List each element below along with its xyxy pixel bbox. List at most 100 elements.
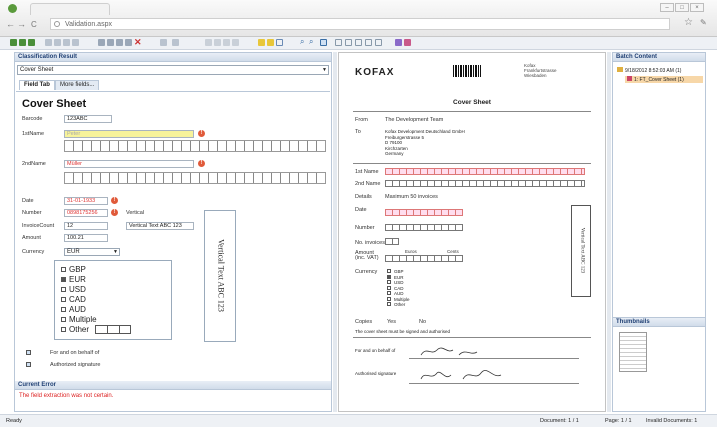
nav-icon[interactable]: [72, 39, 79, 46]
behalf-checkbox[interactable]: [26, 350, 31, 355]
currency-option: USD: [61, 285, 171, 295]
doc-from-label: From: [355, 117, 368, 123]
secondname-label: 2ndName: [22, 161, 46, 167]
document-viewer: KOFAX Kofax Frankfurtstrasse Wiesbaden Cov…: [338, 52, 606, 412]
batch-icon[interactable]: [28, 39, 35, 46]
warning-icon: !: [198, 160, 205, 167]
doc-amount-label: Amount (inc. VAT): [355, 250, 379, 261]
splitter-left[interactable]: [333, 52, 337, 412]
secondname-field[interactable]: Müller: [64, 160, 194, 168]
doc-details-label: Details: [355, 194, 372, 200]
tab-field[interactable]: Field Tab: [19, 80, 55, 90]
highlight-icon[interactable]: [258, 39, 265, 46]
nav-icon[interactable]: [63, 39, 70, 46]
date-label: Date: [22, 198, 34, 204]
zoom-in-icon[interactable]: ⌕: [300, 37, 304, 47]
currency-value: EUR: [67, 249, 80, 255]
reload-icon[interactable]: C: [31, 20, 37, 29]
page-thumbnail[interactable]: [619, 332, 647, 372]
browser-logo-icon: [8, 4, 17, 13]
back-icon[interactable]: ←: [6, 19, 15, 29]
splitter-right[interactable]: [607, 52, 611, 412]
browser-chrome: – □ × ← → C Validation.aspx ☆ ✎: [0, 0, 717, 37]
page-icon[interactable]: [160, 39, 167, 46]
rotate-icon[interactable]: [365, 39, 372, 46]
doc-copies-label: Copies: [355, 319, 373, 325]
doc-cents-label: Cents: [447, 249, 459, 254]
firstname-field[interactable]: Peter: [64, 130, 194, 138]
mark-icon[interactable]: [395, 39, 402, 46]
checkbox-icon: [61, 287, 66, 292]
doc-address: Kofax Frankfurtstrasse Wiesbaden: [524, 63, 557, 78]
status-invalid: Invalid Documents: 1: [646, 418, 698, 424]
barcode-field[interactable]: 123ABC: [64, 115, 112, 123]
thumbnails-panel: Thumbnails: [613, 317, 705, 411]
status-page: Page: 1 / 1: [605, 418, 632, 424]
currency-option: EUR: [61, 275, 171, 285]
number-field[interactable]: 0898175256: [64, 209, 108, 217]
batch-icon[interactable]: [10, 39, 17, 46]
minimize-icon[interactable]: –: [660, 3, 674, 12]
page-icon[interactable]: [214, 39, 221, 46]
vertical-field[interactable]: Vertical Text ABC 123: [126, 222, 194, 230]
barcode-image: [453, 65, 481, 77]
batch-child-item[interactable]: 1: FT_Cover Sheet (1): [625, 76, 703, 83]
currency-select[interactable]: EUR ▼: [64, 248, 120, 256]
signature-label: Authorized signature: [50, 362, 101, 368]
doc-icon[interactable]: [98, 39, 105, 46]
document-class-select[interactable]: Cover Sheet ▼: [17, 65, 329, 75]
firstname-label: 1stName: [22, 131, 45, 137]
batch-icon[interactable]: [19, 39, 26, 46]
batch-root-item[interactable]: 9/18/2012 8:52:03 AM (1): [617, 67, 681, 74]
doc-icon[interactable]: [107, 39, 114, 46]
doc-currency-list: GBP EUR USD CAD AUD Multiple Other: [387, 269, 410, 308]
select-icon[interactable]: [276, 39, 283, 46]
status-ready: Ready: [6, 418, 22, 424]
page-icon[interactable]: [232, 39, 239, 46]
highlight-icon[interactable]: [267, 39, 274, 46]
invoicecount-field[interactable]: 12: [64, 222, 108, 230]
handwritten-signature: [420, 370, 502, 380]
doc-vertical-box: Vertical Text ABC 123: [571, 205, 591, 297]
page-icon[interactable]: [172, 39, 179, 46]
doc-number-boxes: [385, 224, 463, 231]
zoom-out-icon[interactable]: ⌕: [309, 37, 313, 47]
rotate-icon[interactable]: [345, 39, 352, 46]
rotate-icon[interactable]: [355, 39, 362, 46]
tab-more-fields[interactable]: More fields...: [55, 80, 100, 90]
checkbox-icon: [61, 307, 66, 312]
fit-icon[interactable]: [335, 39, 342, 46]
amount-field[interactable]: 100.21: [64, 234, 108, 242]
kofax-logo: KOFAX: [355, 67, 395, 78]
fit-icon[interactable]: [320, 39, 327, 46]
doc-rule: [353, 337, 591, 338]
date-field[interactable]: 31-01-1933: [64, 197, 108, 205]
browser-tab[interactable]: [30, 3, 110, 15]
delete-icon[interactable]: ✕: [134, 37, 142, 48]
batch-content-panel: Batch Content 9/18/2012 8:52:03 AM (1) 1…: [612, 52, 706, 412]
mark-icon[interactable]: [404, 39, 411, 46]
maximize-icon[interactable]: □: [675, 3, 689, 12]
doc-invoices-boxes: [385, 238, 399, 245]
rotate-icon[interactable]: [375, 39, 382, 46]
star-icon[interactable]: ☆: [684, 17, 693, 28]
doc-copies-no: No: [419, 319, 427, 325]
invoicecount-label: InvoiceCount: [22, 223, 55, 229]
page-icon[interactable]: [223, 39, 230, 46]
close-window-icon[interactable]: ×: [690, 3, 704, 12]
doc-rule: [353, 111, 591, 112]
doc-icon[interactable]: [116, 39, 123, 46]
doc-first-boxes: [385, 168, 585, 175]
address-bar[interactable]: Validation.aspx: [50, 18, 670, 30]
page-icon[interactable]: [205, 39, 212, 46]
barcode-label: Barcode: [22, 116, 43, 122]
wrench-icon[interactable]: ✎: [700, 18, 707, 27]
signature-checkbox[interactable]: [26, 362, 31, 367]
nav-icon[interactable]: [45, 39, 52, 46]
doc-icon[interactable]: [125, 39, 132, 46]
currency-snippet: GBP EUR USD CAD AUD Multiple Other: [54, 260, 172, 340]
currency-option: AUD: [61, 305, 171, 315]
forward-icon[interactable]: →: [17, 19, 26, 29]
nav-icon[interactable]: [54, 39, 61, 46]
doc-signature-label: Authorised signature: [355, 371, 397, 376]
